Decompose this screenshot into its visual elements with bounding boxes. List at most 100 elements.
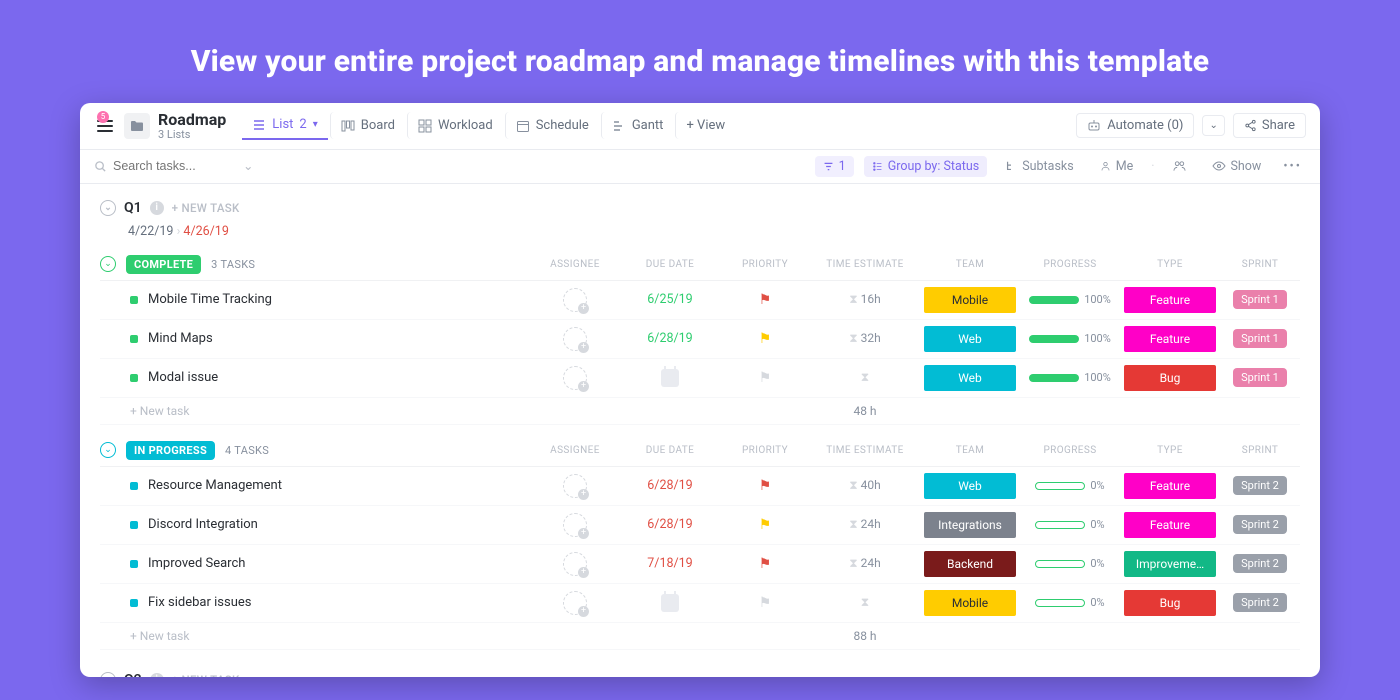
type-tag[interactable]: Feature [1124, 512, 1216, 538]
flag-icon[interactable]: ⚑ [759, 331, 772, 347]
task-name[interactable]: Modal issue [148, 370, 218, 385]
groupby-pill[interactable]: Group by: Status [864, 156, 988, 177]
team-tag[interactable]: Backend [924, 551, 1016, 577]
task-name[interactable]: Mind Maps [148, 331, 213, 346]
task-name[interactable]: Discord Integration [148, 517, 258, 532]
team-tag[interactable]: Web [924, 326, 1016, 352]
assignee-add[interactable] [563, 327, 587, 351]
assignee-add[interactable] [563, 474, 587, 498]
progress[interactable]: 0% [1035, 518, 1104, 531]
team-tag[interactable]: Web [924, 473, 1016, 499]
flag-icon[interactable]: ⚑ [759, 292, 772, 308]
due-date[interactable]: 6/28/19 [647, 517, 692, 532]
team-tag[interactable]: Mobile [924, 590, 1016, 616]
assignee-add[interactable] [563, 366, 587, 390]
progress[interactable]: 0% [1035, 479, 1104, 492]
collapse-icon[interactable]: ⌄ [100, 672, 116, 677]
sprint-tag[interactable]: Sprint 1 [1233, 290, 1287, 309]
search-input[interactable] [113, 159, 233, 173]
progress[interactable]: 100% [1029, 293, 1111, 306]
sprint-tag[interactable]: Sprint 1 [1233, 329, 1287, 348]
me-toggle[interactable]: Me [1092, 156, 1142, 177]
section-q1-header[interactable]: ⌄ Q1 i + NEW TASK [80, 194, 1320, 222]
task-row[interactable]: Discord Integration 6/28/19 ⚑ ⧗ 24h Inte… [100, 506, 1300, 545]
task-row[interactable]: Improved Search 7/18/19 ⚑ ⧗ 24h Backend … [100, 545, 1300, 584]
view-tab-list[interactable]: List 2 ▾ [242, 111, 327, 140]
task-name[interactable]: Resource Management [148, 478, 282, 493]
type-tag[interactable]: Improveme… [1124, 551, 1216, 577]
share-button[interactable]: Share [1233, 113, 1306, 138]
calendar-icon[interactable] [661, 594, 679, 612]
assignee-add[interactable] [563, 513, 587, 537]
task-row[interactable]: Resource Management 6/28/19 ⚑ ⧗ 40h Web … [100, 467, 1300, 506]
flag-icon[interactable]: ⚑ [759, 517, 772, 533]
task-row[interactable]: Fix sidebar issues ⚑ ⧗ Mobile 0% Bug Spr… [100, 584, 1300, 623]
status-badge[interactable]: IN PROGRESS [126, 441, 215, 460]
show-toggle[interactable]: Show [1204, 156, 1270, 177]
assignee-add[interactable] [563, 552, 587, 576]
sprint-tag[interactable]: Sprint 2 [1233, 515, 1287, 534]
filter-pill[interactable]: 1 [815, 156, 854, 177]
type-tag[interactable]: Feature [1124, 326, 1216, 352]
type-tag[interactable]: Bug [1124, 365, 1216, 391]
chevron-down-icon[interactable]: ⌄ [243, 158, 253, 174]
due-date[interactable]: 7/18/19 [647, 556, 692, 571]
flag-icon[interactable]: ⚑ [759, 556, 772, 572]
new-task-row[interactable]: + New task 88 h [100, 623, 1300, 650]
team-tag[interactable]: Web [924, 365, 1016, 391]
sprint-tag[interactable]: Sprint 2 [1233, 593, 1287, 612]
view-tab-add[interactable]: + View [675, 112, 735, 139]
assignees-button[interactable] [1165, 157, 1194, 175]
menu-icon[interactable]: 5 [94, 115, 116, 137]
type-tag[interactable]: Bug [1124, 590, 1216, 616]
collapse-icon[interactable]: ⌄ [100, 200, 116, 216]
view-tab-workload[interactable]: Workload [407, 112, 503, 139]
task-name[interactable]: Mobile Time Tracking [148, 292, 272, 307]
due-date[interactable]: 6/25/19 [647, 292, 692, 307]
automate-button[interactable]: Automate (0) [1076, 113, 1194, 138]
task-row[interactable]: Mind Maps 6/28/19 ⚑ ⧗ 32h Web 100% Featu… [100, 320, 1300, 359]
type-tag[interactable]: Feature [1124, 473, 1216, 499]
sprint-tag[interactable]: Sprint 2 [1233, 476, 1287, 495]
team-tag[interactable]: Mobile [924, 287, 1016, 313]
collapse-icon[interactable]: ⌄ [100, 442, 116, 458]
assignee-add[interactable] [563, 591, 587, 615]
hourglass-icon[interactable]: ⧗ [861, 595, 869, 610]
view-tab-schedule[interactable]: Schedule [505, 112, 599, 139]
task-row[interactable]: Modal issue ⚑ ⧗ Web 100% Bug Sprint 1 [100, 359, 1300, 398]
flag-icon[interactable]: ⚑ [759, 370, 772, 386]
team-tag[interactable]: Integrations [924, 512, 1016, 538]
view-tab-gantt[interactable]: Gantt [601, 112, 674, 139]
collapse-icon[interactable]: ⌄ [100, 256, 116, 272]
new-task-row[interactable]: + New task 48 h [100, 398, 1300, 425]
progress[interactable]: 0% [1035, 596, 1104, 609]
due-date[interactable]: 6/28/19 [647, 331, 692, 346]
time-estimate[interactable]: ⧗ 32h [849, 331, 881, 346]
type-tag[interactable]: Feature [1124, 287, 1216, 313]
flag-icon[interactable]: ⚑ [759, 595, 772, 611]
new-task-link[interactable]: + NEW TASK [172, 201, 240, 215]
flag-icon[interactable]: ⚑ [759, 478, 772, 494]
assignee-add[interactable] [563, 288, 587, 312]
progress[interactable]: 100% [1029, 371, 1111, 384]
status-badge[interactable]: COMPLETE [126, 255, 201, 274]
time-estimate[interactable]: ⧗ 24h [849, 556, 881, 571]
task-row[interactable]: Mobile Time Tracking 6/25/19 ⚑ ⧗ 16h Mob… [100, 281, 1300, 320]
info-icon[interactable]: i [150, 673, 164, 677]
info-icon[interactable]: i [150, 201, 164, 215]
time-estimate[interactable]: ⧗ 24h [849, 517, 881, 532]
subtasks-toggle[interactable]: Subtasks [997, 156, 1081, 177]
sprint-tag[interactable]: Sprint 1 [1233, 368, 1287, 387]
new-task-link[interactable]: + NEW TASK [172, 673, 240, 677]
sprint-tag[interactable]: Sprint 2 [1233, 554, 1287, 573]
calendar-icon[interactable] [661, 369, 679, 387]
time-estimate[interactable]: ⧗ 40h [849, 478, 881, 493]
automate-dropdown[interactable]: ⌄ [1202, 115, 1224, 136]
task-name[interactable]: Fix sidebar issues [148, 595, 251, 610]
progress[interactable]: 100% [1029, 332, 1111, 345]
section-q2-header[interactable]: ⌄ Q2 i + NEW TASK [80, 666, 1320, 677]
task-name[interactable]: Improved Search [148, 556, 245, 571]
time-estimate[interactable]: ⧗ 16h [849, 292, 881, 307]
hourglass-icon[interactable]: ⧗ [861, 370, 869, 385]
progress[interactable]: 0% [1035, 557, 1104, 570]
